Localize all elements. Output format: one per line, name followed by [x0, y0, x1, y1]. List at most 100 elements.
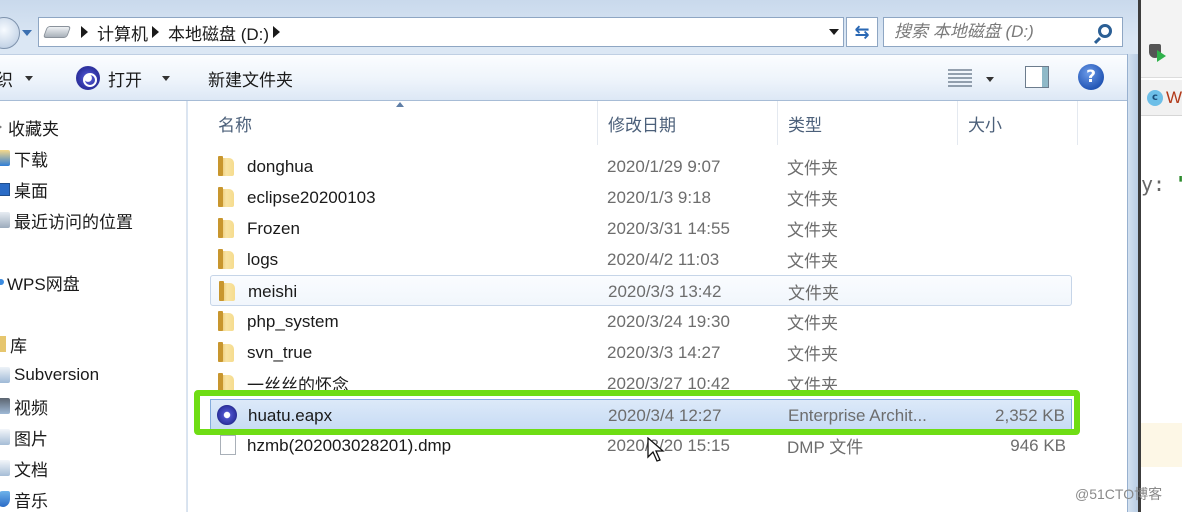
- file-list-row[interactable]: svn_true 2020/3/3 14:27 文件夹: [210, 337, 1072, 368]
- nav-item-documents[interactable]: 文档: [0, 455, 48, 481]
- refresh-button[interactable]: ⇆: [846, 17, 878, 47]
- nav-item-downloads[interactable]: 下载: [0, 145, 48, 171]
- folder-icon: [218, 249, 234, 269]
- view-options-chevron-icon[interactable]: [986, 77, 994, 82]
- code-snippet: y: "-: [1141, 172, 1182, 196]
- nav-item-wps-cloud[interactable]: WPS网盘: [0, 269, 80, 295]
- file-type: 文件夹: [788, 284, 839, 303]
- expand-arrow-icon[interactable]: [0, 124, 4, 130]
- breadcrumb-local-disk-d[interactable]: 本地磁盘 (D:): [168, 20, 269, 45]
- nav-item-label: Subversion: [14, 365, 100, 384]
- folder-icon: [218, 187, 234, 207]
- download-folder-icon: [0, 150, 10, 166]
- file-date-modified: 2020/1/3 9:18: [607, 187, 711, 207]
- column-header-label: 修改日期: [608, 115, 676, 135]
- nav-item-desktop[interactable]: 桌面: [0, 176, 48, 202]
- recent-places-icon: [0, 212, 10, 228]
- music-library-icon: [0, 491, 10, 507]
- file-name: Frozen: [247, 218, 300, 238]
- chevron-down-icon: [25, 75, 33, 81]
- column-header-date-modified[interactable]: 修改日期: [598, 101, 778, 145]
- desktop-icon: [0, 182, 10, 196]
- file-list-row[interactable]: donghua 2020/1/29 9:07 文件夹: [210, 151, 1072, 182]
- nav-item-label: 文档: [14, 460, 48, 480]
- wps-cloud-icon: [0, 279, 4, 285]
- file-name: huatu.eapx: [248, 405, 333, 425]
- column-header-label: 大小: [968, 115, 1002, 135]
- play-icon: [1157, 50, 1166, 62]
- file-date-modified: 2020/3/24 19:30: [607, 311, 730, 331]
- refresh-icon: ⇆: [854, 21, 870, 43]
- subversion-icon: [0, 367, 10, 383]
- file-type: DMP 文件: [787, 438, 864, 457]
- recent-pages-dropdown[interactable]: [22, 30, 32, 36]
- column-header-name[interactable]: 名称: [208, 101, 598, 145]
- browser-tab[interactable]: c W: [1141, 80, 1182, 116]
- file-type: 文件夹: [787, 345, 838, 364]
- chevron-down-icon[interactable]: [162, 75, 170, 81]
- column-header-type[interactable]: 类型: [778, 101, 958, 145]
- nav-item-subversion[interactable]: Subversion: [0, 362, 99, 388]
- nav-item-music[interactable]: 音乐: [0, 486, 48, 512]
- file-name: meishi: [248, 281, 298, 301]
- folder-icon: [218, 311, 234, 331]
- nav-item-label: WPS网盘: [7, 274, 80, 294]
- generic-file-icon: [220, 435, 236, 455]
- folder-icon: [218, 342, 234, 362]
- column-header-size[interactable]: 大小: [958, 101, 1078, 145]
- search-input[interactable]: [894, 22, 1094, 42]
- file-type: 文件夹: [787, 159, 838, 178]
- documents-library-icon: [0, 460, 10, 476]
- file-name: logs: [247, 249, 279, 269]
- file-list-row[interactable]: eclipse20200103 2020/1/3 9:18 文件夹: [210, 182, 1072, 213]
- nav-item-pictures[interactable]: 图片: [0, 424, 48, 450]
- breadcrumb-separator-icon[interactable]: [273, 26, 281, 38]
- folder-icon: [219, 281, 235, 301]
- open-button[interactable]: 打开: [76, 55, 170, 101]
- browser-toolbar: [1141, 0, 1182, 78]
- breadcrumb-computer[interactable]: 计算机: [97, 20, 148, 45]
- nav-item-favorites[interactable]: 收藏夹: [0, 114, 59, 140]
- code-key: y:: [1141, 172, 1178, 196]
- new-folder-button[interactable]: 新建文件夹: [208, 55, 293, 101]
- search-box[interactable]: [883, 17, 1123, 47]
- file-date-modified: 2020/3/4 12:27: [608, 405, 722, 425]
- file-list-row[interactable]: php_system 2020/3/24 19:30 文件夹: [210, 306, 1072, 337]
- change-view-icon[interactable]: [948, 69, 972, 87]
- preview-pane-icon[interactable]: [1025, 66, 1049, 88]
- enterprise-architect-icon: [76, 66, 100, 90]
- folder-icon: [218, 156, 234, 176]
- video-library-icon: [0, 398, 10, 414]
- file-name: php_system: [247, 311, 339, 331]
- folder-icon: [218, 373, 234, 393]
- nav-item-label: 库: [10, 336, 27, 356]
- file-list-row[interactable]: hzmb(202003028201).dmp 2020/3/20 15:15 DMP…: [210, 430, 1072, 461]
- breadcrumb-separator-icon[interactable]: [81, 26, 88, 38]
- file-name: svn_true: [247, 342, 313, 362]
- file-type: 文件夹: [787, 221, 838, 240]
- file-list-row[interactable]: meishi 2020/3/3 13:42 文件夹: [210, 275, 1072, 306]
- file-list-row[interactable]: logs 2020/4/2 11:03 文件夹: [210, 244, 1072, 275]
- file-list-row[interactable]: 一丝丝的怀念 2020/3/27 10:42 文件夹: [210, 368, 1072, 399]
- back-button[interactable]: [0, 17, 20, 49]
- address-history-dropdown-icon[interactable]: [829, 29, 839, 35]
- address-bar[interactable]: 计算机 本地磁盘 (D:): [38, 17, 844, 47]
- organize-menu-button[interactable]: 织: [0, 55, 33, 101]
- file-list-row[interactable]: Frozen 2020/3/31 14:55 文件夹: [210, 213, 1072, 244]
- column-header-label: 类型: [788, 115, 822, 135]
- file-date-modified: 2020/3/27 10:42: [607, 373, 730, 393]
- drive-icon: [42, 26, 72, 38]
- breadcrumb-separator-icon[interactable]: [152, 26, 159, 38]
- help-icon[interactable]: ?: [1078, 64, 1104, 90]
- nav-item-label: 收藏夹: [8, 119, 59, 139]
- folder-icon: [218, 218, 234, 238]
- nav-item-videos[interactable]: 视频: [0, 393, 48, 419]
- nav-item-libraries[interactable]: 库: [0, 331, 27, 357]
- search-icon[interactable]: [1098, 24, 1112, 38]
- file-list-row[interactable]: huatu.eapx 2020/3/4 12:27 Enterprise Archi…: [210, 399, 1072, 430]
- nav-item-label: 视频: [14, 398, 48, 418]
- nav-item-recent-places[interactable]: 最近访问的位置: [0, 207, 133, 233]
- vertical-scrollbar[interactable]: [1127, 54, 1138, 512]
- enterprise-architect-file-icon: [217, 405, 237, 425]
- nav-item-label: 音乐: [14, 491, 48, 511]
